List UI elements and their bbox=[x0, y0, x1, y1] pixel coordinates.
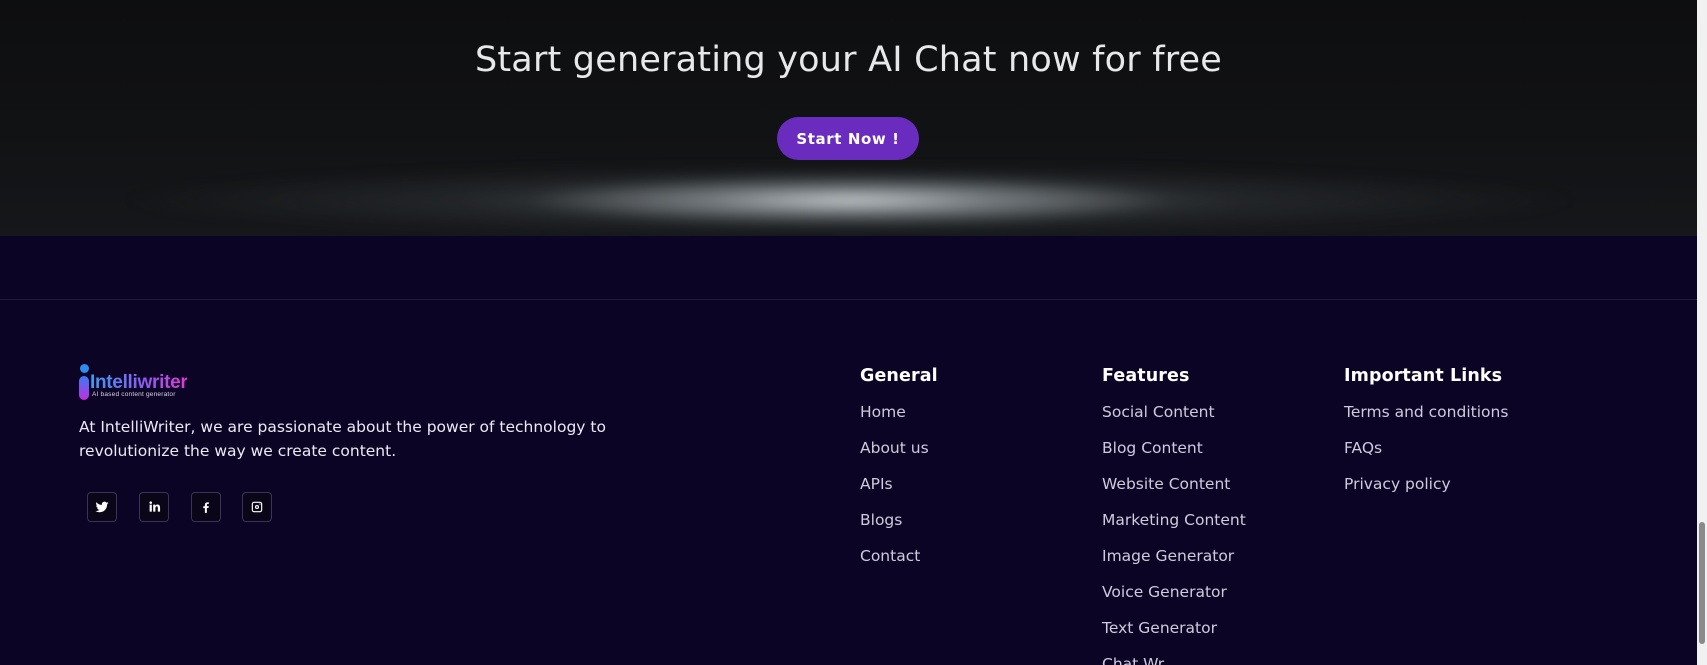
twitter-icon bbox=[95, 501, 109, 513]
footer-link-about-us[interactable]: About us bbox=[860, 438, 938, 474]
footer-link-social-content[interactable]: Social Content bbox=[1102, 402, 1246, 438]
footer-column-features: Features Social Content Blog Content Web… bbox=[1102, 366, 1246, 665]
linkedin-link[interactable] bbox=[139, 492, 169, 522]
instagram-link[interactable] bbox=[242, 492, 272, 522]
footer-about-text: At IntelliWriter, we are passionate abou… bbox=[79, 418, 606, 460]
footer-link-voice-generator[interactable]: Voice Generator bbox=[1102, 582, 1246, 618]
column-heading: Features bbox=[1102, 366, 1190, 386]
footer-link-home[interactable]: Home bbox=[860, 402, 938, 438]
page-scrollbar[interactable] bbox=[1697, 0, 1707, 665]
footer-divider bbox=[0, 299, 1697, 300]
footer-link-faqs[interactable]: FAQs bbox=[1344, 438, 1508, 474]
instagram-icon bbox=[251, 501, 263, 513]
footer-link-marketing-content[interactable]: Marketing Content bbox=[1102, 510, 1246, 546]
footer-link-contact[interactable]: Contact bbox=[860, 546, 938, 582]
intelliwriter-logo[interactable]: Intelliwriter AI based content generator bbox=[79, 364, 199, 402]
facebook-icon bbox=[203, 502, 209, 513]
linkedin-icon bbox=[149, 501, 161, 512]
column-heading: General bbox=[860, 366, 938, 386]
logo-tagline: AI based content generator bbox=[92, 391, 176, 398]
footer-link-website-content[interactable]: Website Content bbox=[1102, 474, 1246, 510]
logo-mark-icon bbox=[79, 364, 89, 400]
footer-link-blogs[interactable]: Blogs bbox=[860, 510, 938, 546]
footer-link-image-generator[interactable]: Image Generator bbox=[1102, 546, 1246, 582]
light-glow-decoration bbox=[120, 168, 1580, 236]
footer-link-apis[interactable]: APIs bbox=[860, 474, 938, 510]
footer-column-important-links: Important Links Terms and conditions FAQ… bbox=[1344, 366, 1508, 510]
facebook-link[interactable] bbox=[191, 492, 221, 522]
cta-banner: Start generating your AI Chat now for fr… bbox=[0, 0, 1697, 236]
column-heading: Important Links bbox=[1344, 366, 1503, 386]
footer-column-general: General Home About us APIs Blogs Contact bbox=[860, 366, 938, 582]
cta-headline: Start generating your AI Chat now for fr… bbox=[474, 40, 1223, 80]
scrollbar-thumb[interactable] bbox=[1699, 522, 1705, 644]
start-now-button[interactable]: Start Now ! bbox=[777, 117, 919, 160]
footer-link-chat-writer[interactable]: Chat Wr... bbox=[1102, 654, 1246, 665]
footer-link-text-generator[interactable]: Text Generator bbox=[1102, 618, 1246, 654]
footer-link-terms[interactable]: Terms and conditions bbox=[1344, 402, 1508, 438]
footer-link-privacy-policy[interactable]: Privacy policy bbox=[1344, 474, 1508, 510]
footer-link-blog-content[interactable]: Blog Content bbox=[1102, 438, 1246, 474]
twitter-link[interactable] bbox=[87, 492, 117, 522]
